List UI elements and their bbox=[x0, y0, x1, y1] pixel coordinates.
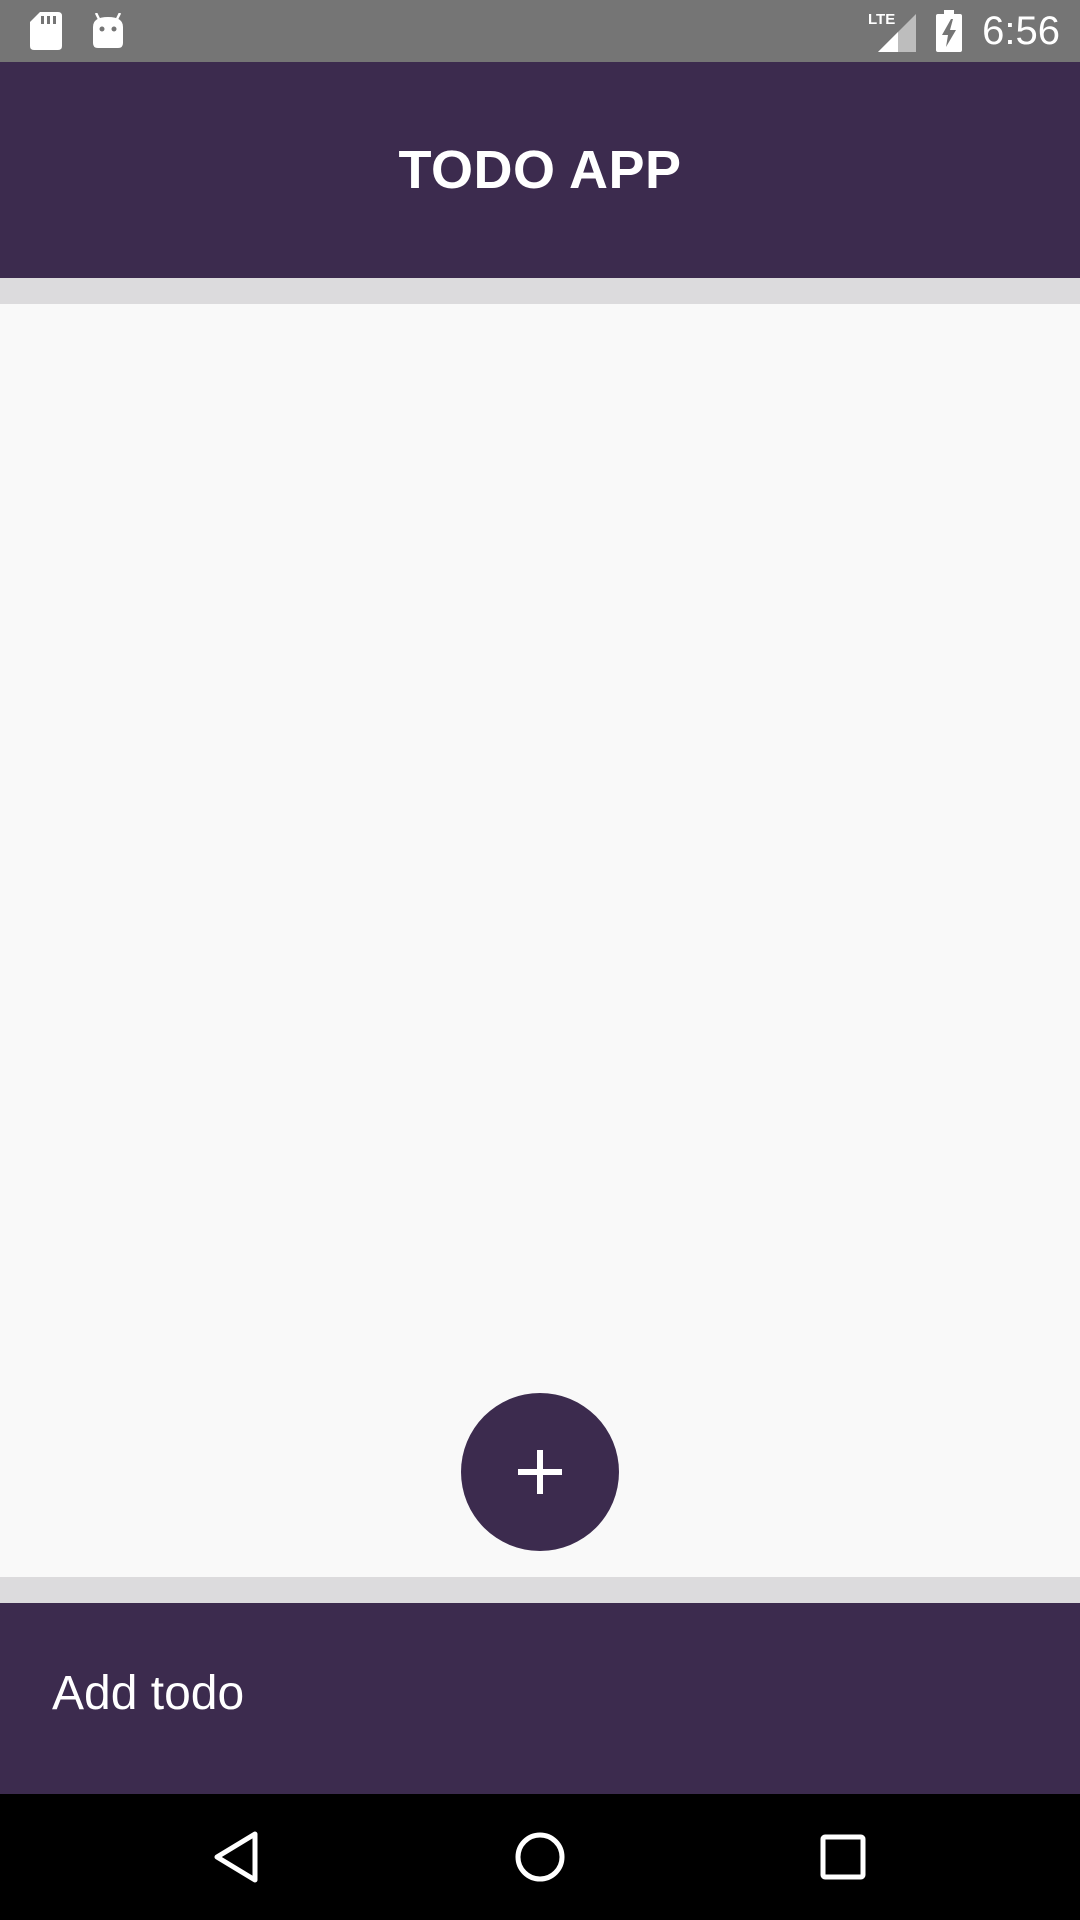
screen: LTE 6:56 TODO APP Add todo bbox=[0, 0, 1080, 1920]
lte-signal-icon: LTE bbox=[868, 10, 917, 52]
recents-icon bbox=[820, 1834, 866, 1880]
android-icon bbox=[92, 13, 124, 49]
todo-list[interactable] bbox=[0, 304, 1080, 1577]
bottom-divider bbox=[0, 1577, 1080, 1603]
back-button[interactable] bbox=[203, 1824, 269, 1890]
status-bar: LTE 6:56 bbox=[0, 0, 1080, 62]
home-icon bbox=[514, 1831, 566, 1883]
add-todo-button[interactable]: Add todo bbox=[52, 1603, 244, 1794]
back-icon bbox=[211, 1830, 261, 1884]
add-fab-button[interactable] bbox=[461, 1393, 619, 1551]
navigation-bar bbox=[0, 1794, 1080, 1920]
recents-button[interactable] bbox=[810, 1824, 876, 1890]
status-left-icons bbox=[30, 11, 124, 51]
app-bar: TODO APP bbox=[0, 62, 1080, 278]
bottom-bar: Add todo bbox=[0, 1603, 1080, 1794]
plus-icon bbox=[516, 1448, 564, 1496]
home-button[interactable] bbox=[507, 1824, 573, 1890]
page-title: TODO APP bbox=[398, 140, 682, 200]
sd-card-icon bbox=[30, 12, 62, 50]
battery-charging-icon bbox=[936, 10, 963, 52]
network-type-label: LTE bbox=[868, 11, 895, 28]
status-time: 6:56 bbox=[982, 9, 1060, 53]
status-right-icons: LTE 6:56 bbox=[868, 8, 1060, 54]
top-divider bbox=[0, 278, 1080, 304]
